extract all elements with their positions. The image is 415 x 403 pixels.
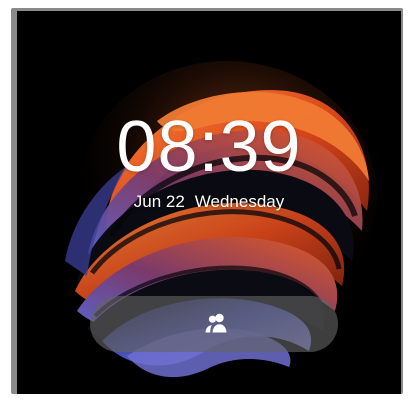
lock-screen[interactable]: 08:39 Jun 22 Wednesday — [17, 11, 401, 394]
lockscreen-date: Jun 22 — [133, 192, 185, 211]
lockscreen-weekday: Wednesday — [194, 192, 285, 211]
lockscreen-clock: 08:39 — [116, 107, 302, 187]
lockscreen-date-row: Jun 22 Wednesday — [17, 191, 401, 213]
users-icon[interactable] — [204, 312, 228, 334]
unlock-button[interactable] — [90, 296, 338, 352]
